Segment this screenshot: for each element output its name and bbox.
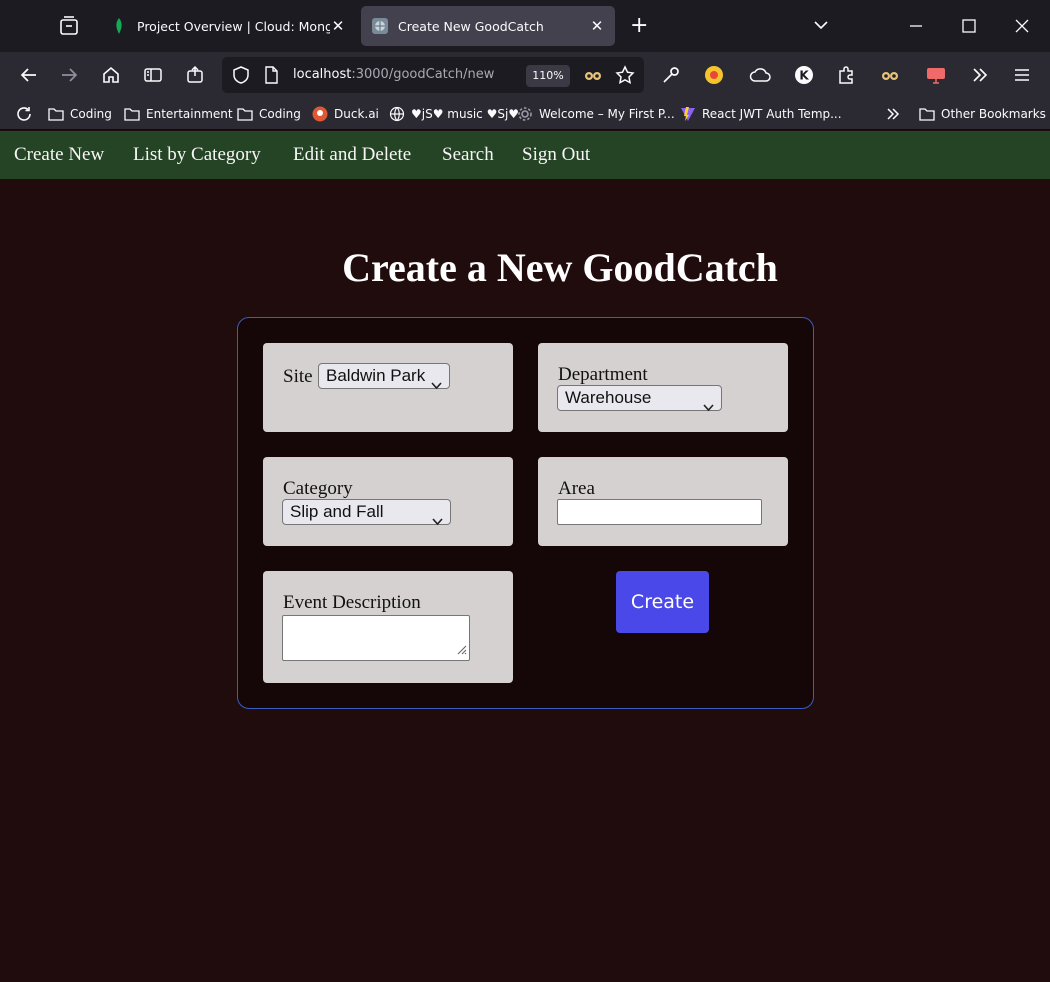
site-select-value: Baldwin Park <box>326 366 426 385</box>
share-icon[interactable] <box>184 64 206 86</box>
nav-create-new[interactable]: Create New <box>14 144 104 166</box>
tab-groups-icon[interactable] <box>58 15 82 39</box>
bookmark-welcome[interactable]: Welcome – My First P... <box>517 105 675 123</box>
reload-icon[interactable] <box>15 105 33 123</box>
category-field-card: Category Slip and Fall <box>263 457 513 546</box>
cloud-icon[interactable] <box>749 64 771 86</box>
folder-icon <box>124 106 140 122</box>
bookmark-music[interactable]: ♥jS♥ music ♥Sj♥ <box>389 105 519 123</box>
chevron-down-icon <box>703 395 714 419</box>
area-input[interactable] <box>557 499 762 525</box>
area-field-card: Area <box>538 457 788 546</box>
zoom-level-badge[interactable]: 110% <box>526 65 570 87</box>
chevron-down-icon <box>431 373 442 397</box>
vite-icon <box>680 106 696 122</box>
bookmark-label: Coding <box>259 107 301 121</box>
folder-icon <box>237 106 253 122</box>
globe-app-icon <box>371 17 389 35</box>
bookmark-coding[interactable]: Coding <box>48 105 112 123</box>
svg-text:K: K <box>799 69 809 83</box>
gear-icon <box>517 106 533 122</box>
goodcatch-form: Site Baldwin Park Department Warehouse C… <box>237 317 814 709</box>
department-select-value: Warehouse <box>565 388 652 407</box>
site-field-card: Site Baldwin Park <box>263 343 513 432</box>
url-path: :3000/goodCatch/new <box>351 67 495 82</box>
bookmark-entertainment[interactable]: Entertainment <box>124 105 233 123</box>
url-host: localhost <box>293 67 352 82</box>
bookmark-coding-2[interactable]: Coding <box>237 105 301 123</box>
category-label: Category <box>283 478 353 499</box>
hamburger-menu-icon[interactable] <box>1011 64 1033 86</box>
minimize-icon[interactable] <box>906 16 926 40</box>
close-tab-icon[interactable]: ✕ <box>589 17 605 35</box>
tab-create-new-goodcatch[interactable]: Create New GoodCatch ✕ <box>361 6 615 46</box>
bookmark-label: Other Bookmarks <box>941 107 1046 121</box>
screen-extension-icon[interactable] <box>925 64 947 86</box>
page-icon[interactable] <box>263 66 279 88</box>
app-nav-bar: Create New List by Category Edit and Del… <box>0 131 1050 179</box>
site-select[interactable]: Baldwin Park <box>318 363 450 390</box>
back-arrow-icon[interactable] <box>18 64 40 86</box>
bookmark-label: Welcome – My First P... <box>539 107 675 121</box>
folder-icon <box>48 106 64 122</box>
department-field-card: Department Warehouse <box>538 343 788 432</box>
department-label: Department <box>558 364 648 385</box>
page-title: Create a New GoodCatch <box>342 245 778 290</box>
bookmark-react-jwt[interactable]: React JWT Auth Temp... <box>680 105 842 123</box>
bookmark-other-bookmarks[interactable]: Other Bookmarks <box>919 105 1046 123</box>
wrench-icon[interactable] <box>660 64 682 86</box>
new-tab-icon[interactable]: + <box>630 14 648 38</box>
url-bar[interactable]: localhost:3000/goodCatch/new 110% <box>222 57 644 93</box>
shield-icon[interactable] <box>231 65 251 89</box>
globe-icon <box>389 106 405 122</box>
tab-title: Project Overview | Cloud: MongoDB <box>137 18 330 34</box>
department-select[interactable]: Warehouse <box>557 385 722 412</box>
bookmark-duck-ai[interactable]: Duck.ai <box>312 105 379 123</box>
extension-eyes-icon[interactable] <box>879 64 901 86</box>
home-icon[interactable] <box>100 64 122 86</box>
k-extension-icon[interactable]: K <box>793 64 815 86</box>
create-button[interactable]: Create <box>616 571 709 633</box>
category-select[interactable]: Slip and Fall <box>282 499 451 526</box>
chevron-down-icon[interactable] <box>812 16 830 38</box>
close-tab-icon[interactable]: ✕ <box>330 17 346 35</box>
nav-list-by-category[interactable]: List by Category <box>133 144 261 166</box>
tab-title: Create New GoodCatch <box>398 18 544 34</box>
mongodb-leaf-icon <box>110 17 128 35</box>
extension-eyes-icon[interactable] <box>583 66 603 88</box>
extension-color-icon[interactable] <box>703 64 725 86</box>
browser-tab-bar: Project Overview | Cloud: MongoDB ✕ Crea… <box>0 0 1050 52</box>
nav-edit-and-delete[interactable]: Edit and Delete <box>293 144 411 166</box>
bookmarks-overflow-icon[interactable] <box>884 105 902 123</box>
area-label: Area <box>558 478 595 499</box>
folder-icon <box>919 106 935 122</box>
bookmark-label: React JWT Auth Temp... <box>702 107 842 121</box>
resize-handle-icon[interactable] <box>455 640 467 659</box>
event-description-label: Event Description <box>283 592 421 613</box>
bookmark-label: ♥jS♥ music ♥Sj♥ <box>411 107 520 121</box>
close-window-icon[interactable] <box>1012 16 1032 40</box>
bookmark-label: Duck.ai <box>334 107 379 121</box>
nav-sign-out[interactable]: Sign Out <box>522 144 590 166</box>
site-label: Site <box>283 366 313 387</box>
tab-mongodb[interactable]: Project Overview | Cloud: MongoDB ✕ <box>100 6 356 46</box>
bookmark-star-icon[interactable] <box>615 65 635 89</box>
browser-nav-toolbar: localhost:3000/goodCatch/new 110% K <box>0 52 1050 98</box>
bookmark-label: Entertainment <box>146 107 233 121</box>
forward-arrow-icon[interactable] <box>58 64 80 86</box>
sidebar-icon[interactable] <box>142 64 164 86</box>
nav-search[interactable]: Search <box>442 144 494 166</box>
bookmarks-toolbar: Coding Entertainment Coding Duck.ai ♥jS♥… <box>0 98 1050 130</box>
event-description-field-card: Event Description <box>263 571 513 683</box>
chevron-down-icon <box>432 509 443 533</box>
category-select-value: Slip and Fall <box>290 502 384 521</box>
overflow-chevrons-icon[interactable] <box>969 64 991 86</box>
maximize-icon[interactable] <box>959 16 979 40</box>
bookmark-label: Coding <box>70 107 112 121</box>
extensions-puzzle-icon[interactable] <box>835 64 857 86</box>
event-description-textarea[interactable] <box>282 615 470 661</box>
duck-icon <box>312 106 328 122</box>
url-text: localhost:3000/goodCatch/new <box>293 67 494 82</box>
